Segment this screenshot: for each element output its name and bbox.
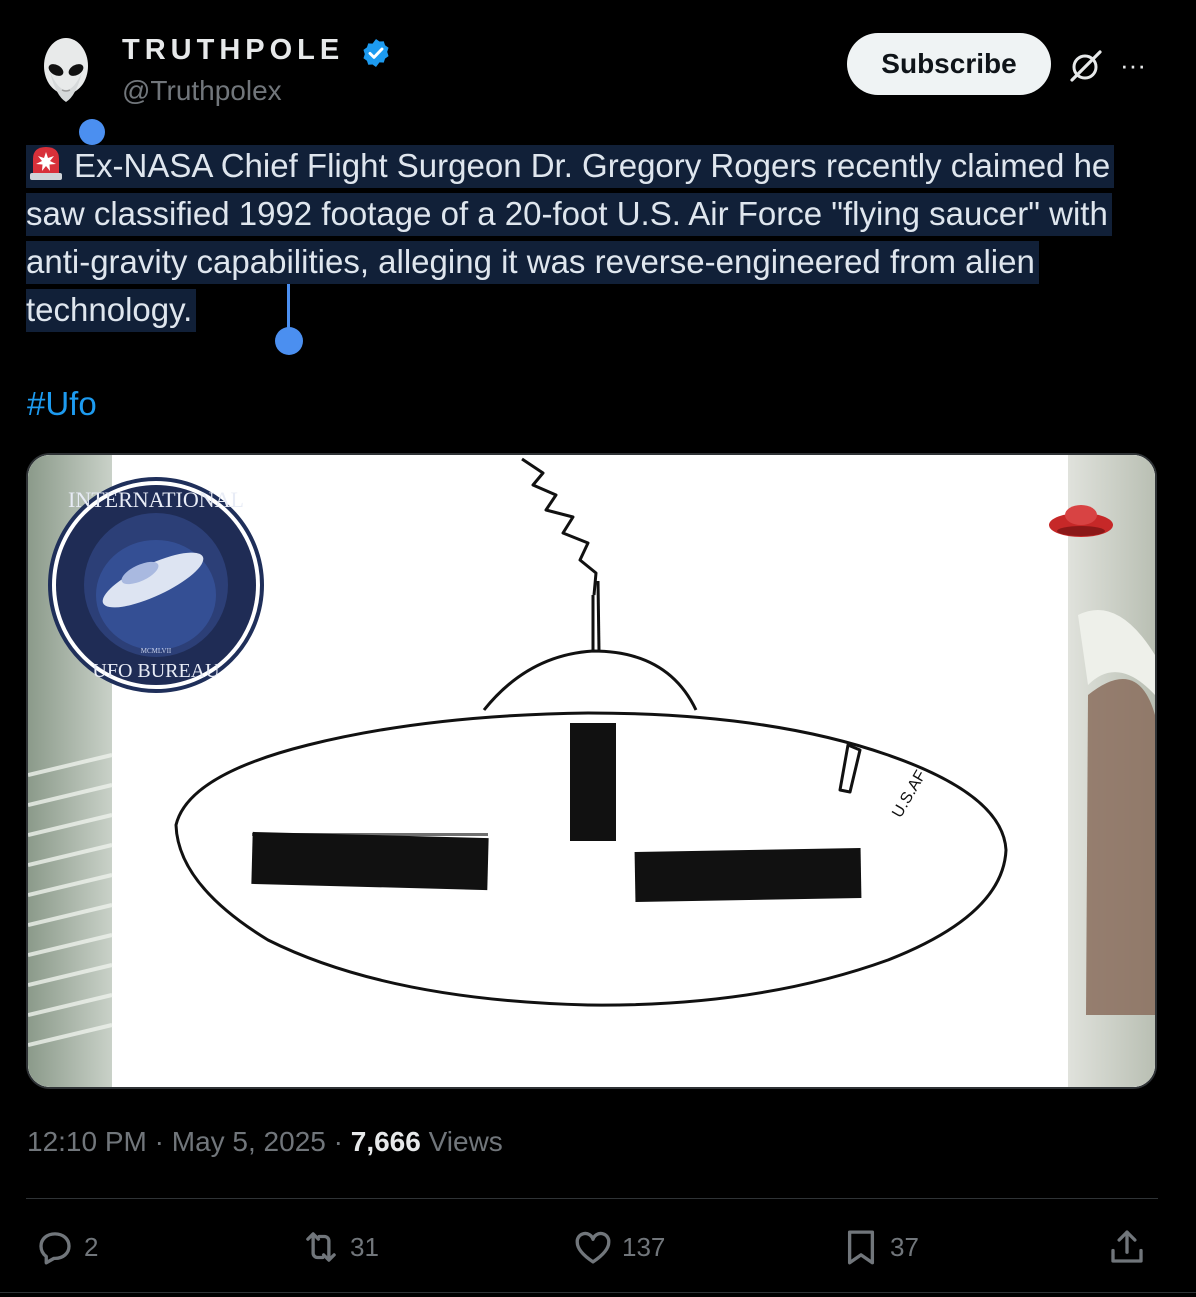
author-handle[interactable]: @Truthpolex xyxy=(122,75,282,107)
tweet-meta: 12:10 PM · May 5, 2025 · 7,666 Views xyxy=(27,1126,503,1158)
logo-top-text: INTERNATIONAL xyxy=(68,487,244,512)
tweet-time[interactable]: 12:10 PM xyxy=(27,1126,147,1157)
divider xyxy=(26,1198,1158,1199)
tweet-text: Ex-NASA Chief Flight Surgeon Dr. Gregory… xyxy=(26,142,1160,334)
author-display-name[interactable]: TRUTHPOLE xyxy=(122,34,344,67)
meta-separator: · xyxy=(333,1126,343,1157)
alien-avatar-icon[interactable] xyxy=(36,36,96,108)
repost-icon xyxy=(306,1232,336,1262)
hashtag-link[interactable]: #Ufo xyxy=(27,385,97,423)
selection-handle-end-icon[interactable] xyxy=(272,284,306,358)
reply-button[interactable]: 2 xyxy=(34,1222,98,1272)
bookmark-icon xyxy=(847,1230,875,1265)
logo-bottom-text: UFO BUREAU xyxy=(92,660,220,682)
bottom-divider xyxy=(0,1292,1196,1293)
reply-icon xyxy=(39,1232,71,1265)
share-icon xyxy=(1111,1230,1143,1263)
like-count: 137 xyxy=(622,1231,666,1262)
international-ufo-bureau-logo: INTERNATIONAL UFO BUREAU MCMLVII xyxy=(48,477,264,693)
rotating-light-icon xyxy=(28,145,64,181)
verified-badge-icon[interactable] xyxy=(360,37,392,69)
heart-icon xyxy=(575,1231,611,1264)
tweet-date[interactable]: May 5, 2025 xyxy=(172,1126,326,1157)
meta-separator: · xyxy=(154,1126,164,1157)
views-count[interactable]: 7,666 xyxy=(351,1126,421,1157)
grok-icon[interactable] xyxy=(1066,46,1106,86)
bookmark-button[interactable]: 37 xyxy=(840,1222,919,1272)
share-button[interactable] xyxy=(1106,1222,1156,1272)
like-button[interactable]: 137 xyxy=(572,1222,665,1272)
reply-count: 2 xyxy=(84,1231,99,1262)
subscribe-button[interactable]: Subscribe xyxy=(847,33,1051,95)
tweet-text-content: Ex-NASA Chief Flight Surgeon Dr. Gregory… xyxy=(26,147,1111,328)
ufo-drawing-image: INTERNATIONAL UFO BUREAU MCMLVII U.S.AF xyxy=(28,455,1155,1087)
views-label[interactable]: Views xyxy=(429,1126,503,1157)
logo-roman-text: MCMLVII xyxy=(141,647,172,655)
tweet-media-video[interactable]: INTERNATIONAL UFO BUREAU MCMLVII U.S.AF xyxy=(26,453,1157,1089)
repost-count: 31 xyxy=(350,1231,379,1262)
repost-button[interactable]: 31 xyxy=(300,1222,379,1272)
bookmark-count: 37 xyxy=(890,1231,919,1262)
more-options-icon[interactable]: ··· xyxy=(1120,50,1156,80)
